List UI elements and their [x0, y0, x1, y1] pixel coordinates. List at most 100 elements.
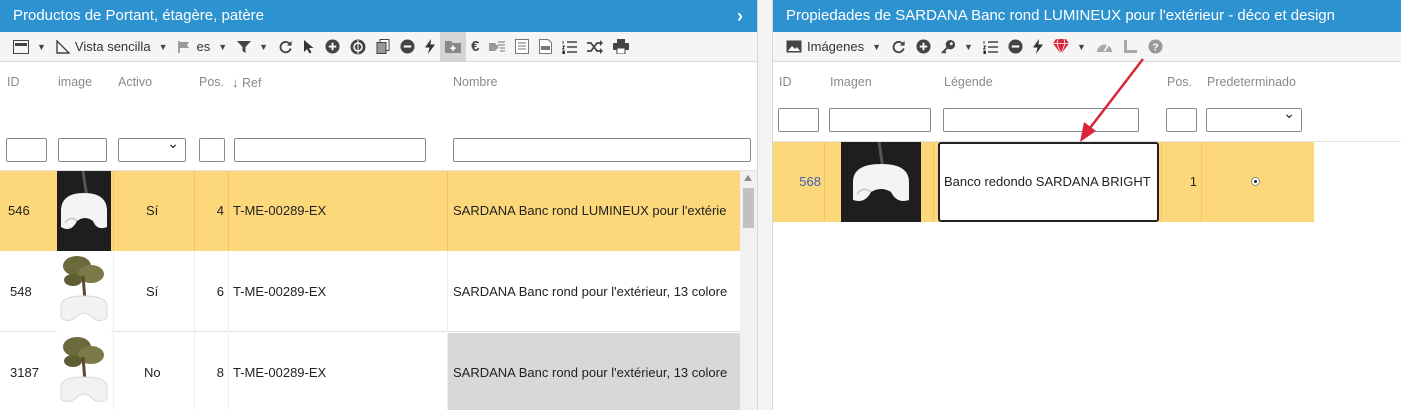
language-selector[interactable]: es ▼ [172, 32, 232, 62]
quick-action-button[interactable] [420, 32, 440, 62]
column-header-id[interactable]: ID [779, 75, 792, 89]
premium-features-button[interactable]: ▼ [1048, 32, 1091, 62]
refresh-button[interactable] [886, 32, 911, 62]
layout-icon [13, 39, 29, 54]
ordered-list-button[interactable] [978, 32, 1003, 62]
product-thumbnail [57, 333, 111, 410]
vertical-scrollbar[interactable] [740, 171, 757, 410]
column-header-activo[interactable]: Activo [118, 75, 152, 89]
csv-button[interactable] [534, 32, 557, 62]
view-selector[interactable]: Vista sencilla ▼ [51, 32, 173, 62]
properties-panel-header: Propiedades de SARDANA Banc rond LUMINEU… [773, 0, 1401, 32]
add-button[interactable] [320, 32, 345, 62]
legend-edit-input[interactable]: Banco redondo SARDANA BRIGHT [938, 142, 1159, 222]
column-header-predeterminado[interactable]: Predeterminado [1207, 75, 1296, 89]
filter-input-id[interactable] [778, 108, 819, 132]
filter-input-nombre[interactable] [453, 138, 751, 162]
refresh-button[interactable] [273, 32, 298, 62]
export-list-button[interactable] [510, 32, 534, 62]
add-to-folder-button[interactable] [440, 31, 467, 62]
scrollbar-thumb[interactable] [743, 188, 754, 228]
product-thumbnail [57, 171, 111, 251]
print-button[interactable] [608, 32, 634, 62]
tag-button[interactable] [484, 32, 510, 62]
filter-select-activo[interactable] [118, 135, 186, 162]
products-panel: Productos de Portant, étagère, patère › … [0, 0, 758, 410]
collapse-panel-chevron-icon[interactable]: › [737, 0, 743, 32]
cell-activo: No [144, 365, 161, 380]
product-thumbnail [57, 252, 111, 332]
shuffle-button[interactable] [582, 32, 608, 62]
properties-toolbar: Imágenes ▼ ▼ ▼ ? [773, 32, 1401, 62]
cell-id: 546 [8, 203, 30, 218]
cell-ref: T-ME-00289-EX [233, 365, 327, 380]
chevron-down-icon: ▼ [872, 41, 882, 52]
chevron-down-icon: ▼ [259, 41, 269, 52]
column-header-nombre[interactable]: Nombre [453, 75, 497, 89]
sort-arrow-down-icon: ↓ [232, 75, 239, 90]
filter-input-imagen[interactable] [829, 108, 931, 132]
remove-image-button[interactable] [1003, 32, 1028, 62]
plus-circle-icon [325, 39, 340, 54]
copy-icon [376, 39, 390, 54]
duplicate-button[interactable] [371, 32, 395, 62]
filter-select-predeterminado[interactable] [1206, 105, 1302, 132]
default-radio-button[interactable] [1251, 177, 1260, 186]
images-tab-selector[interactable]: Imágenes ▼ [781, 32, 886, 62]
column-header-ref[interactable]: ↓ Ref [232, 75, 261, 90]
filter-input-id[interactable] [6, 138, 47, 162]
properties-panel-title: Propiedades de SARDANA Banc rond LUMINEU… [786, 7, 1335, 24]
scroll-up-arrow-icon[interactable] [744, 175, 752, 181]
tag-icon [489, 41, 506, 51]
speed-settings-button[interactable] [1091, 32, 1118, 62]
legend-edit-value: Banco redondo SARDANA BRIGHT [944, 174, 1151, 189]
image-thumbnail [841, 142, 921, 222]
column-header-pos[interactable]: Pos. [1167, 75, 1192, 89]
chevron-down-icon: ▼ [218, 41, 228, 52]
filter-input-pos[interactable] [1166, 108, 1197, 132]
products-panel-header: Productos de Portant, étagère, patère › [0, 0, 757, 32]
column-header-ref-label: Ref [241, 76, 262, 90]
table-row[interactable]: 546 Sí 4 T-ME-00289-EX SARDANA Banc rond… [0, 171, 740, 251]
table-row[interactable]: 568 Banco redondo SARDANA BRIGHT 1 [773, 142, 1314, 222]
cell-nombre: SARDANA Banc rond pour l'extérieur, 13 c… [448, 333, 740, 410]
quick-action-button[interactable] [1028, 32, 1048, 62]
filter-button[interactable]: ▼ [232, 32, 273, 62]
flag-icon [178, 40, 190, 53]
columns-menu-button[interactable]: ▼ [8, 32, 51, 62]
chevron-down-icon: ▼ [1076, 41, 1086, 52]
column-header-legende[interactable]: Légende [944, 75, 993, 89]
cell-nombre: SARDANA Banc rond pour l'extérieur, 13 c… [453, 284, 728, 299]
dimensions-button[interactable] [1118, 32, 1143, 62]
column-header-image[interactable]: image [58, 75, 92, 89]
filter-input-ref[interactable] [234, 138, 426, 162]
svg-text:?: ? [1152, 42, 1158, 53]
column-header-pos[interactable]: Pos. [199, 75, 224, 89]
table-row[interactable]: 3187 No 8 T-ME-00289-EX SARDANA Banc ron… [0, 333, 740, 410]
remove-button[interactable] [395, 32, 420, 62]
refresh-icon [892, 40, 905, 54]
shuffle-icon [587, 39, 604, 54]
price-button[interactable]: € [466, 32, 484, 62]
tools-menu-button[interactable]: ▼ [936, 32, 978, 62]
table-row[interactable]: 548 Sí 6 T-ME-00289-EX SARDANA Banc rond… [0, 252, 740, 332]
add-image-button[interactable] [911, 32, 936, 62]
sync-button[interactable] [345, 32, 371, 62]
cell-pos: 6 [216, 284, 224, 299]
products-panel-title: Productos de Portant, étagère, patère [13, 7, 264, 24]
image-icon [786, 40, 802, 53]
cell-id-link[interactable]: 568 [775, 142, 821, 222]
column-header-id[interactable]: ID [7, 75, 20, 89]
euro-icon: € [471, 38, 480, 55]
help-button[interactable]: ? [1143, 32, 1168, 62]
column-header-imagen[interactable]: Imagen [830, 75, 872, 89]
chevron-down-icon: ▼ [37, 41, 46, 52]
ordered-list-button[interactable] [557, 32, 582, 62]
filter-input-pos[interactable] [199, 138, 225, 162]
select-pointer-button[interactable] [298, 32, 320, 62]
filter-input-image[interactable] [58, 138, 107, 162]
filter-input-legende[interactable] [943, 108, 1139, 132]
ordered-list-icon [982, 40, 998, 54]
chevron-down-icon: ▼ [964, 41, 973, 52]
panel-splitter[interactable] [758, 0, 772, 410]
